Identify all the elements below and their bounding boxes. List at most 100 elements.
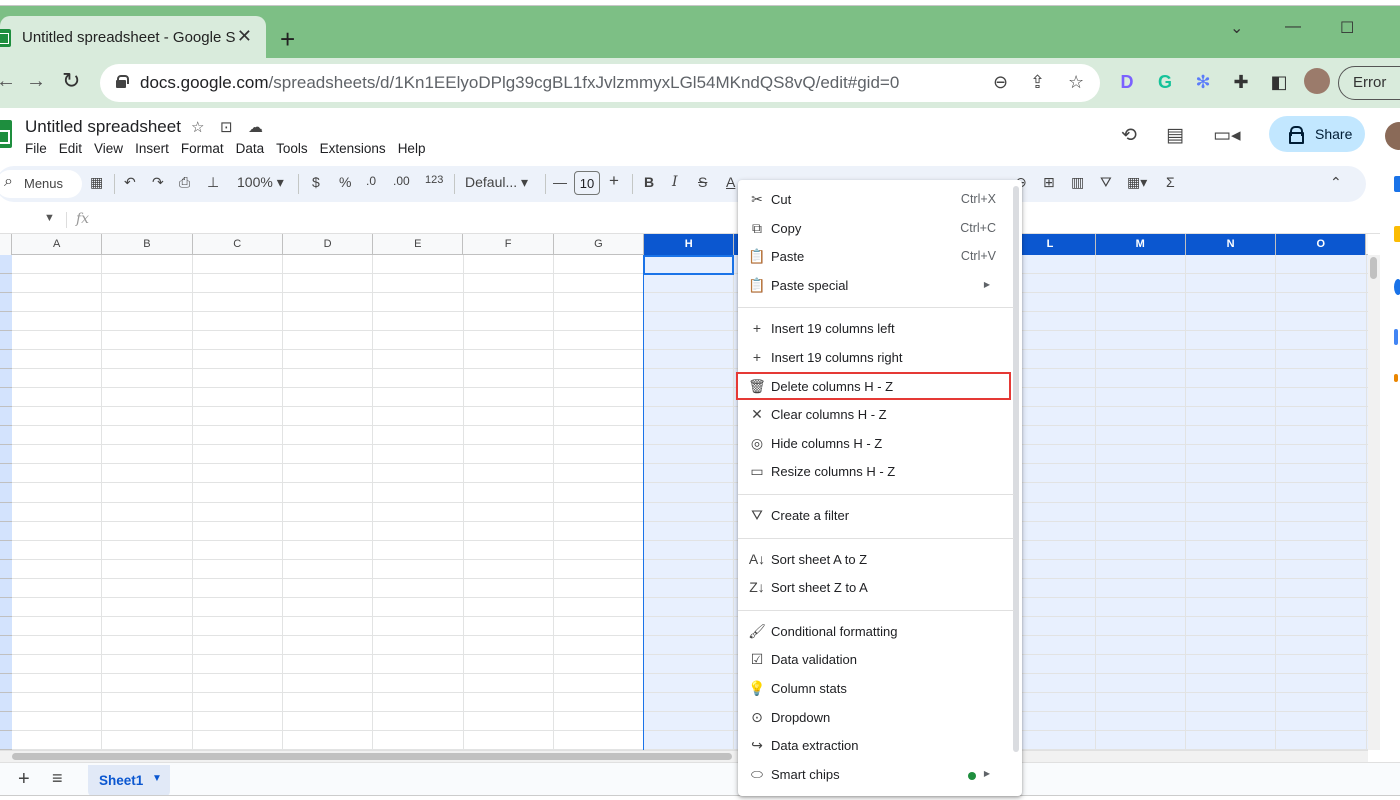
cell-area[interactable] xyxy=(12,255,1368,750)
account-avatar[interactable] xyxy=(1385,122,1400,150)
menu-item-clear-columns-h-z[interactable]: ✕ Clear columns H - Z xyxy=(738,401,1014,429)
menu-item-dropdown[interactable]: ⊙ Dropdown xyxy=(738,704,1014,732)
italic-button[interactable]: I xyxy=(672,174,678,190)
menu-item-delete-columns-h-z[interactable]: 🗑 Delete columns H - Z xyxy=(736,371,1014,401)
column-header-o[interactable]: O xyxy=(1276,234,1367,255)
column-header-f[interactable]: F xyxy=(464,234,554,255)
maximize-button[interactable]: ☐ xyxy=(1340,18,1354,38)
menu-item-insert-19-columns-right[interactable]: + Insert 19 columns right xyxy=(738,344,1014,372)
menu-item-sort-sheet-z-to-a[interactable]: Z↓ Sort sheet Z to A xyxy=(738,574,1014,602)
undo-icon[interactable]: ↶ xyxy=(124,174,136,191)
row-header[interactable] xyxy=(0,502,12,522)
filter-views-icon[interactable]: ▦▾ xyxy=(1127,174,1147,191)
row-header[interactable] xyxy=(0,483,12,503)
menu-extensions[interactable]: Extensions xyxy=(320,141,386,156)
chevron-down-icon[interactable]: ▼ xyxy=(152,773,162,784)
menu-item-cut[interactable]: ✂ Cut Ctrl+X xyxy=(738,186,1014,214)
calendar-icon[interactable]: ▦ xyxy=(90,174,103,191)
document-title[interactable]: Untitled spreadsheet xyxy=(25,117,181,137)
more-formats-button[interactable]: 123 xyxy=(425,174,443,186)
menu-help[interactable]: Help xyxy=(398,141,426,156)
row-header[interactable] xyxy=(0,464,12,484)
column-header-m[interactable]: M xyxy=(1095,234,1186,255)
lock-icon[interactable] xyxy=(116,75,129,88)
menu-item-copy[interactable]: ⧉ Copy Ctrl+C xyxy=(738,215,1014,243)
paint-format-icon[interactable]: ⊥ xyxy=(207,174,219,191)
row-header[interactable] xyxy=(0,255,12,275)
collapse-toolbar-icon[interactable]: ⌃ xyxy=(1330,174,1342,191)
meet-video-icon[interactable]: ▭◂ xyxy=(1213,124,1241,147)
row-header[interactable] xyxy=(0,331,12,351)
insert-comment-icon[interactable]: ⊞ xyxy=(1043,174,1055,191)
bookmark-star-icon[interactable]: ☆ xyxy=(1068,72,1084,93)
menu-item-insert-19-columns-left[interactable]: + Insert 19 columns left xyxy=(738,315,1014,343)
menu-format[interactable]: Format xyxy=(181,141,224,156)
maps-addon-icon[interactable] xyxy=(1394,374,1398,382)
scroll-thumb[interactable] xyxy=(12,753,732,760)
strikethrough-button[interactable]: S xyxy=(698,174,707,190)
row-header[interactable] xyxy=(0,597,12,617)
horizontal-scrollbar[interactable] xyxy=(0,750,1368,762)
tasks-addon-icon[interactable] xyxy=(1394,279,1400,295)
cloud-status-icon[interactable]: ☁ xyxy=(248,118,263,136)
menu-data[interactable]: Data xyxy=(236,141,265,156)
url-text[interactable]: docs.google.com/spreadsheets/d/1Kn1EElyo… xyxy=(140,73,899,93)
row-header[interactable] xyxy=(0,407,12,427)
row-header[interactable] xyxy=(0,654,12,674)
row-header[interactable] xyxy=(0,293,12,313)
font-size-decrease-button[interactable]: — xyxy=(553,174,567,190)
bold-button[interactable]: B xyxy=(644,174,654,190)
menu-item-resize-columns-h-z[interactable]: ▭ Resize columns H - Z xyxy=(738,458,1014,486)
keep-addon-icon[interactable] xyxy=(1394,226,1400,242)
column-header-g[interactable]: G xyxy=(554,234,645,255)
menu-item-data-validation[interactable]: ☑ Data validation xyxy=(738,646,1014,674)
font-family-select[interactable]: Defaul... ▾ xyxy=(465,174,528,191)
share-page-icon[interactable]: ⇪ xyxy=(1030,72,1045,93)
row-header[interactable] xyxy=(0,635,12,655)
spreadsheet-grid[interactable]: ABCDEFGHIJKLMNO xyxy=(0,234,1368,750)
all-sheets-button[interactable]: ≡ xyxy=(52,768,63,789)
menu-item-create-a-filter[interactable]: ⛛ Create a filter xyxy=(738,502,1014,530)
menu-item-paste-special[interactable]: 📋 Paste special ▶ xyxy=(738,272,1014,300)
new-tab-button[interactable]: + xyxy=(280,24,295,55)
row-header[interactable] xyxy=(0,578,12,598)
column-header-a[interactable]: A xyxy=(12,234,103,255)
row-header[interactable] xyxy=(0,445,12,465)
column-header-h[interactable]: H xyxy=(644,234,735,255)
menu-item-paste[interactable]: 📋 Paste Ctrl+V xyxy=(738,243,1014,271)
menu-item-column-stats[interactable]: 💡 Column stats xyxy=(738,675,1014,703)
column-header-n[interactable]: N xyxy=(1185,234,1277,255)
browser-tab-active[interactable]: Untitled spreadsheet - Google S ✕ xyxy=(0,16,266,58)
forward-arrow-icon[interactable]: → xyxy=(26,70,46,93)
column-header-d[interactable]: D xyxy=(283,234,374,255)
active-cell[interactable] xyxy=(643,255,734,275)
print-icon[interactable]: ⎙ xyxy=(179,174,190,191)
font-size-increase-button[interactable]: + xyxy=(609,171,619,191)
zoom-icon[interactable]: ⊖ xyxy=(993,72,1008,93)
column-header-b[interactable]: B xyxy=(102,234,193,255)
text-color-button[interactable]: A xyxy=(726,174,735,190)
name-box-dropdown-icon[interactable]: ▼ xyxy=(44,212,55,224)
row-header[interactable] xyxy=(0,426,12,446)
back-arrow-icon[interactable]: ← xyxy=(0,70,16,93)
row-header[interactable] xyxy=(0,711,12,731)
menu-item-conditional-formatting[interactable]: 🖌 Conditional formatting xyxy=(738,618,1014,646)
version-history-icon[interactable]: ⟲ xyxy=(1121,124,1137,147)
tab-search-icon[interactable]: ⌄ xyxy=(1230,18,1243,38)
row-header[interactable] xyxy=(0,350,12,370)
move-folder-icon[interactable]: ⊡ xyxy=(220,118,233,136)
row-header[interactable] xyxy=(0,540,12,560)
sheet-tab-sheet1[interactable]: Sheet1 ▼ xyxy=(88,765,170,797)
row-header[interactable] xyxy=(0,388,12,408)
insert-chart-icon[interactable]: ▥ xyxy=(1071,174,1084,191)
currency-format-button[interactable]: $ xyxy=(312,174,320,190)
filter-icon[interactable]: ⛛ xyxy=(1100,174,1112,191)
menu-insert[interactable]: Insert xyxy=(135,141,169,156)
menu-edit[interactable]: Edit xyxy=(59,141,82,156)
column-header-e[interactable]: E xyxy=(373,234,464,255)
menu-item-hide-columns-h-z[interactable]: ◎ Hide columns H - Z xyxy=(738,430,1014,458)
increase-decimal-button[interactable]: .00 xyxy=(393,174,410,188)
calendar-addon-icon[interactable] xyxy=(1394,176,1400,192)
vertical-scrollbar[interactable] xyxy=(1368,255,1380,750)
comments-icon[interactable]: ▤ xyxy=(1166,124,1184,147)
